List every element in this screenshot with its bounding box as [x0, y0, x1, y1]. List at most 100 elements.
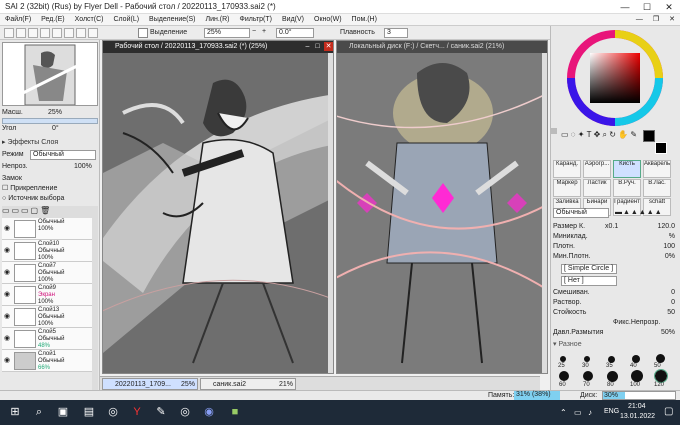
- menu-filter[interactable]: Фильтр(T): [235, 14, 277, 26]
- canvas-1-minimize-icon[interactable]: –: [303, 42, 312, 51]
- eye-icon[interactable]: ◉: [4, 224, 12, 232]
- brush-shape2-select[interactable]: [ Нет ]: [561, 276, 617, 286]
- tool-select-pen[interactable]: В.Руч.: [613, 179, 641, 197]
- tool-watercolor[interactable]: Акварель: [643, 160, 671, 178]
- tool-brush[interactable]: Кисть: [613, 160, 641, 178]
- eye-icon[interactable]: ◉: [4, 312, 12, 320]
- layer-effects-header[interactable]: ▸ Эффекты Слоя: [2, 138, 98, 148]
- brush-preset-dot[interactable]: [583, 371, 593, 381]
- eye-icon[interactable]: ◉: [4, 290, 12, 298]
- lasso-icon[interactable]: ◌: [571, 130, 576, 139]
- attach-checkbox[interactable]: ☐: [2, 185, 10, 192]
- clear-layer-icon[interactable]: ▢: [31, 206, 39, 215]
- brush-dilution-value[interactable]: 0: [671, 298, 675, 308]
- brush-preset-dot[interactable]: [631, 370, 643, 382]
- menu-edit[interactable]: Ред.(E): [36, 14, 69, 26]
- layer-button[interactable]: [88, 28, 98, 38]
- tool-pencil[interactable]: Каранд.: [553, 160, 581, 178]
- tool-select-eraser[interactable]: В.Лас.: [643, 179, 671, 197]
- language-indicator[interactable]: ENG: [604, 408, 619, 415]
- canvas-1-maximize-icon[interactable]: □: [313, 42, 322, 51]
- maximize-button[interactable]: ☐: [636, 0, 658, 14]
- menu-view[interactable]: Вид(V): [277, 14, 309, 26]
- notifications-icon[interactable]: ▢: [664, 406, 673, 417]
- eye-icon[interactable]: ◉: [4, 334, 12, 342]
- brush-size-mult[interactable]: x0.1: [605, 222, 618, 232]
- new-folder-icon[interactable]: ▭: [12, 206, 20, 215]
- layer-item[interactable]: ◉ Слой9 Экран 100%: [2, 284, 92, 306]
- navigator-preview[interactable]: [2, 42, 98, 106]
- task-view-icon[interactable]: ▣: [54, 404, 72, 421]
- rotation-select[interactable]: 0.0°: [276, 28, 314, 38]
- fix-opacity-row[interactable]: Фикс.Непрозр.: [553, 318, 677, 328]
- layer-scrollbar[interactable]: [92, 218, 98, 396]
- network-icon[interactable]: ▭: [574, 408, 582, 417]
- search-icon[interactable]: ⌕: [30, 404, 48, 421]
- eye-icon[interactable]: ◉: [4, 246, 12, 254]
- menu-window[interactable]: Окно(W): [309, 14, 347, 26]
- mode-select[interactable]: Обычный: [30, 150, 96, 160]
- copy-layer-icon[interactable]: ▭: [21, 206, 29, 215]
- selection-checkbox[interactable]: [138, 28, 148, 38]
- eye-icon[interactable]: ◉: [4, 268, 12, 276]
- clock-time[interactable]: 21:04: [628, 403, 646, 410]
- tool-eraser[interactable]: Ластик: [583, 179, 611, 197]
- canvas-1-scrollbar[interactable]: [328, 53, 333, 373]
- menu-layer[interactable]: Слой(L): [108, 14, 144, 26]
- selection-rect-icon[interactable]: ▭: [561, 130, 569, 139]
- layer-item[interactable]: ◉ Слой5 Обычный 48%: [2, 328, 92, 350]
- yandex-browser-icon[interactable]: Y: [128, 404, 146, 421]
- menu-close-icon[interactable]: ✕: [664, 14, 680, 26]
- brush-preset-dot[interactable]: [607, 371, 618, 382]
- brush-min-density-value[interactable]: 0%: [665, 252, 675, 262]
- tool-marker[interactable]: Маркер: [553, 179, 581, 197]
- invert-button[interactable]: [16, 28, 26, 38]
- windows-start-icon[interactable]: ⊞: [6, 404, 24, 421]
- flip-button[interactable]: [52, 28, 62, 38]
- menu-minimize-icon[interactable]: —: [631, 14, 648, 26]
- primary-color-swatch[interactable]: [643, 130, 655, 142]
- text-icon[interactable]: T: [587, 130, 592, 139]
- volume-icon[interactable]: ♪: [588, 408, 592, 417]
- history-button[interactable]: [64, 28, 74, 38]
- zoom-in-icon[interactable]: +: [262, 28, 266, 35]
- brush-preset-dot[interactable]: [560, 356, 566, 362]
- rotate-icon[interactable]: ↻: [609, 130, 616, 139]
- menu-selection[interactable]: Выделение(S): [144, 14, 200, 26]
- magic-wand-icon[interactable]: ✦: [578, 130, 585, 139]
- secondary-color-swatch[interactable]: [655, 142, 667, 154]
- brush-preset-dot-selected[interactable]: [654, 369, 668, 383]
- app-icon[interactable]: ■: [226, 404, 244, 421]
- attach-row[interactable]: ☐ Прикрепление: [2, 184, 98, 194]
- brush-preset-dot[interactable]: [656, 354, 665, 363]
- eyedropper-icon[interactable]: ✎: [630, 130, 637, 139]
- steam-app-icon[interactable]: ◎: [176, 404, 194, 421]
- brush-preset-dot[interactable]: [608, 356, 615, 363]
- tray-up-icon[interactable]: ⌃: [560, 408, 567, 417]
- zoom-out-icon[interactable]: −: [252, 28, 256, 35]
- close-button[interactable]: ✕: [658, 0, 680, 14]
- zoom-icon[interactable]: ⌕: [603, 130, 607, 139]
- tab-document-2[interactable]: саник.sai2 21%: [200, 378, 296, 390]
- brush-shape1-select[interactable]: [ Simple Circle ]: [561, 264, 617, 274]
- artwork-canvas-1[interactable]: [103, 53, 334, 374]
- brush-density-value[interactable]: 100: [663, 242, 675, 252]
- deselect-button[interactable]: [4, 28, 14, 38]
- file-explorer-icon[interactable]: ▤: [80, 404, 98, 421]
- zoom-select[interactable]: 25%: [204, 28, 250, 38]
- brush-preset-dot[interactable]: [632, 355, 640, 363]
- steam-icon[interactable]: ◎: [104, 404, 122, 421]
- menu-ruler[interactable]: Лин.(R): [200, 14, 234, 26]
- canvas-2-scrollbar[interactable]: [542, 53, 547, 373]
- brush-preset-dot[interactable]: [559, 371, 569, 381]
- canvas-1-close-icon[interactable]: ✕: [324, 42, 333, 51]
- new-layer-icon[interactable]: ▭: [2, 206, 10, 215]
- minimize-button[interactable]: —: [614, 0, 636, 14]
- brush-mode-select[interactable]: Обычный: [553, 208, 609, 218]
- tab-document-1[interactable]: 20220113_1709... 25%: [102, 378, 198, 390]
- layer-item[interactable]: ◉ Слой10 Обычный 100%: [2, 240, 92, 262]
- tool-airbrush[interactable]: Аэрогр...: [583, 160, 611, 178]
- menu-restore-icon[interactable]: ❐: [648, 14, 664, 26]
- brush-blur-value[interactable]: 50%: [661, 328, 675, 338]
- save-button[interactable]: [76, 28, 86, 38]
